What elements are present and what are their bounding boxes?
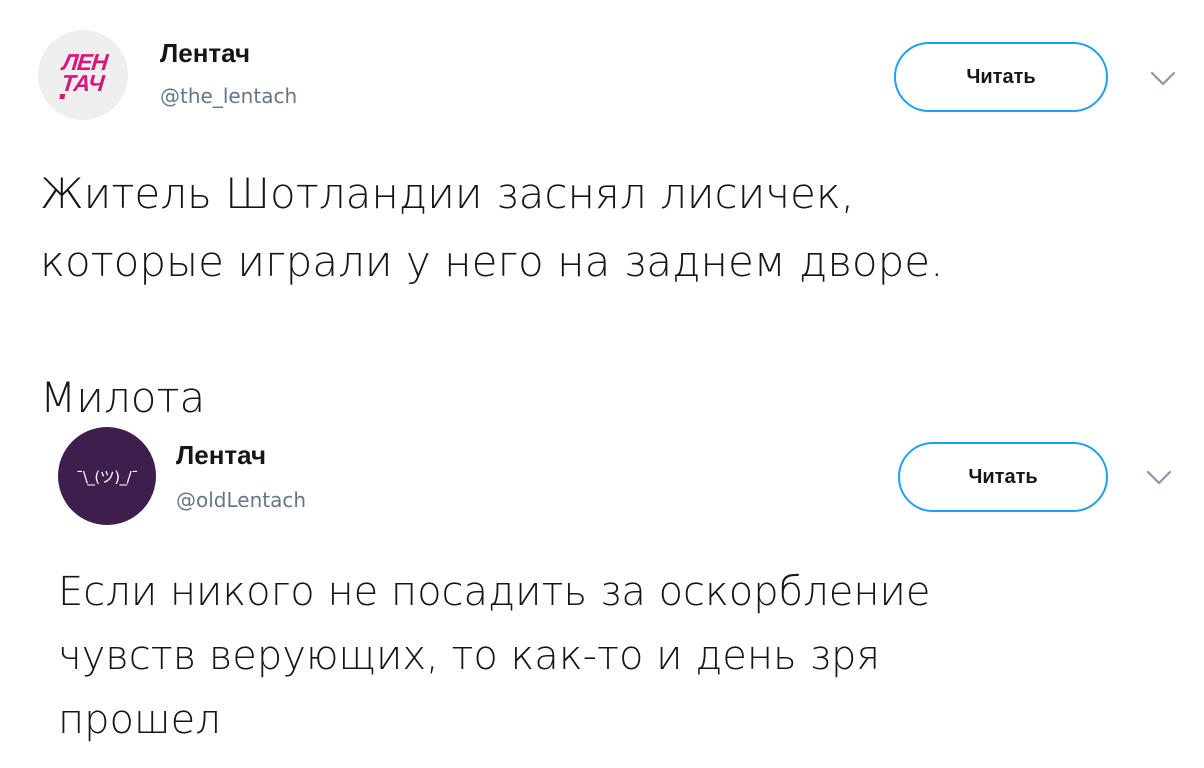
chevron-down-icon[interactable] <box>1150 70 1176 88</box>
logo-line-2: ТАЧ <box>58 70 105 99</box>
chevron-down-icon[interactable] <box>1146 469 1172 487</box>
lentach-logo: ЛЕН ТАЧ <box>58 49 108 99</box>
tweet-text: Житель Шотландии заснял лисичек, которые… <box>40 169 944 422</box>
author-handle[interactable]: @the_lentach <box>160 84 297 108</box>
follow-button[interactable]: Читать <box>898 442 1108 512</box>
shrug-glyph: ¯\_(ツ)_/¯ <box>75 467 139 486</box>
author-name[interactable]: Лентач <box>176 440 266 471</box>
follow-button-label: Читать <box>966 65 1036 88</box>
author-handle[interactable]: @oldLentach <box>176 488 306 512</box>
avatar[interactable]: ЛЕН ТАЧ <box>38 30 128 120</box>
avatar[interactable]: ¯\_(ツ)_/¯ <box>58 427 156 525</box>
follow-button-label: Читать <box>968 465 1038 488</box>
tweet-text: Если никого не посадить за оскорбление ч… <box>58 569 931 743</box>
author-name[interactable]: Лентач <box>160 38 250 69</box>
follow-button[interactable]: Читать <box>894 42 1108 112</box>
